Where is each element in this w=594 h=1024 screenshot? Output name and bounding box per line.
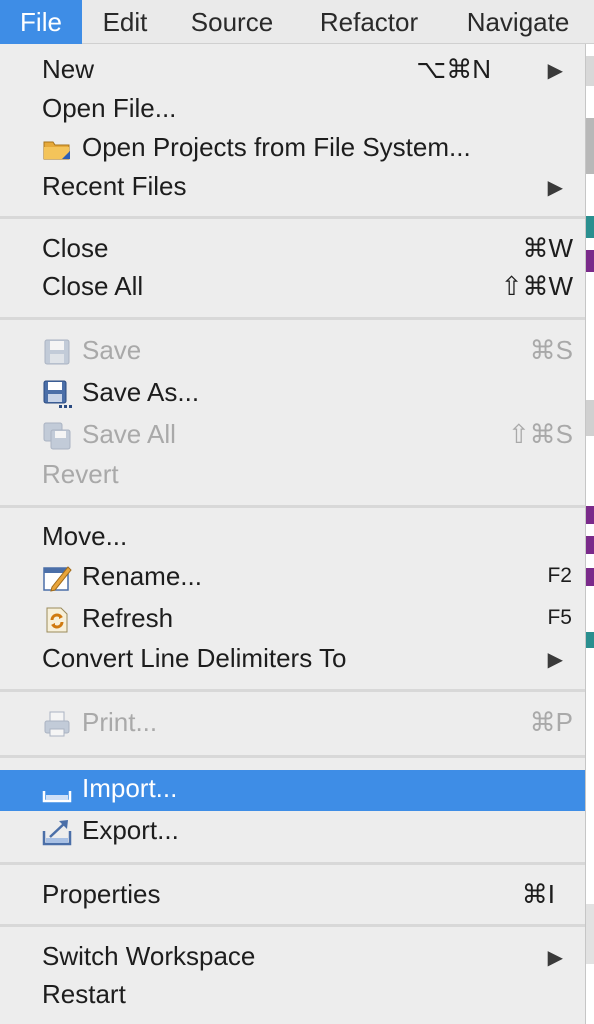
menu-item-restart[interactable]: Restart [0,979,585,1015]
menu-item-label: Close [42,233,109,263]
menu-edit[interactable]: Edit [88,0,162,44]
menu-bar: File Edit Source Refactor Navigate [0,0,594,44]
menu-separator [0,862,585,865]
menu-separator [0,924,585,927]
editor-tab-fragment [586,118,594,174]
code-fragment [586,216,594,238]
menu-file[interactable]: File [0,0,82,44]
menu-item-label: Convert Line Delimiters To [42,643,347,673]
menu-item-label: Import... [82,773,178,803]
menu-item-label: Close All [42,271,144,301]
code-fragment [586,536,594,554]
menu-item-label: Properties [42,879,161,909]
code-fragment [586,250,594,272]
menu-item-revert: Revert [0,459,585,495]
menu-item-open-projects[interactable]: Open Projects from File System... [0,132,585,168]
menu-item-import[interactable]: Import... [0,770,585,811]
menu-item-label: Revert [42,459,119,489]
editor-toolbar-fragment [586,56,594,86]
menu-item-label: Restart [42,979,126,1009]
menu-separator [0,505,585,508]
export-icon [42,817,72,847]
editor-band-fragment [586,400,594,436]
menu-item-save-as[interactable]: Save As... [0,377,585,413]
menu-item-convert-line-delimiters[interactable]: Convert Line Delimiters To ▶ [0,643,585,679]
menu-item-close[interactable]: Close ⌘W [0,233,585,269]
menu-item-shortcut: ⌘S [529,335,573,365]
print-icon [42,709,72,739]
submenu-arrow-icon: ▶ [547,60,563,82]
menu-item-label: Save As... [82,377,200,407]
menu-source[interactable]: Source [176,0,288,44]
menu-separator [0,755,585,758]
menu-item-new[interactable]: New ⌥⌘N ▶ [0,54,585,90]
menu-item-switch-workspace[interactable]: Switch Workspace ▶ [0,941,585,977]
rename-icon [42,563,72,593]
submenu-arrow-icon: ▶ [547,649,563,671]
menu-item-label: Open File... [42,93,177,123]
save-as-icon [42,379,72,409]
menu-item-refresh[interactable]: Refresh F5 [0,603,585,639]
menu-item-move[interactable]: Move... [0,521,585,557]
menu-separator [0,216,585,219]
code-fragment [586,506,594,524]
submenu-arrow-icon: ▶ [547,947,563,969]
menu-item-save-all: Save All ⇧⌘S [0,419,585,455]
menu-item-print: Print... ⌘P [0,707,585,743]
menu-item-label: Refresh [82,603,174,633]
code-fragment [586,568,594,586]
menu-item-open-file[interactable]: Open File... [0,93,585,129]
menu-item-label: Move... [42,521,128,551]
menu-item-rename[interactable]: Rename... F2 [0,561,585,597]
editor-panel-fragment [586,904,594,964]
menu-item-label: Recent Files [42,171,187,201]
menu-separator [0,317,585,320]
menu-item-label: Save [82,335,142,365]
menu-item-close-all[interactable]: Close All ⇧⌘W [0,271,585,307]
menu-item-shortcut: ⇧⌘S [507,419,573,449]
menu-item-export[interactable]: Export... [0,815,585,851]
menu-item-shortcut: ⌘I [521,879,555,909]
menu-separator [0,689,585,692]
menu-item-shortcut: F2 [547,564,572,587]
menu-item-label: Open Projects from File System... [82,132,471,162]
menu-item-shortcut: ⌘P [529,707,573,737]
menu-item-recent-files[interactable]: Recent Files ▶ [0,171,585,207]
code-fragment [586,632,594,648]
menu-item-label: Rename... [82,561,202,591]
menu-item-properties[interactable]: Properties ⌘I [0,879,585,915]
refresh-icon [42,605,72,635]
save-all-icon [42,421,72,451]
folder-icon [42,134,72,164]
menu-refactor[interactable]: Refactor [302,0,436,44]
menu-item-save: Save ⌘S [0,335,585,371]
menu-item-label: Print... [82,707,158,737]
save-icon [42,337,72,367]
menu-navigate[interactable]: Navigate [450,0,586,44]
menu-item-shortcut: ⇧⌘W [500,271,573,301]
menu-item-label: Save All [82,419,176,449]
menu-item-label: Export... [82,815,179,845]
menu-item-label: Switch Workspace [42,941,256,971]
menu-item-label: New [42,54,95,84]
import-icon [42,775,72,805]
menu-item-shortcut: ⌘W [522,233,573,263]
submenu-arrow-icon: ▶ [547,177,563,199]
menu-item-shortcut: F5 [547,606,572,629]
background-editor [586,44,594,1024]
menu-item-shortcut: ⌥⌘N [416,54,491,84]
file-menu-dropdown: New ⌥⌘N ▶ Open File... Open Projects fro… [0,44,586,1024]
